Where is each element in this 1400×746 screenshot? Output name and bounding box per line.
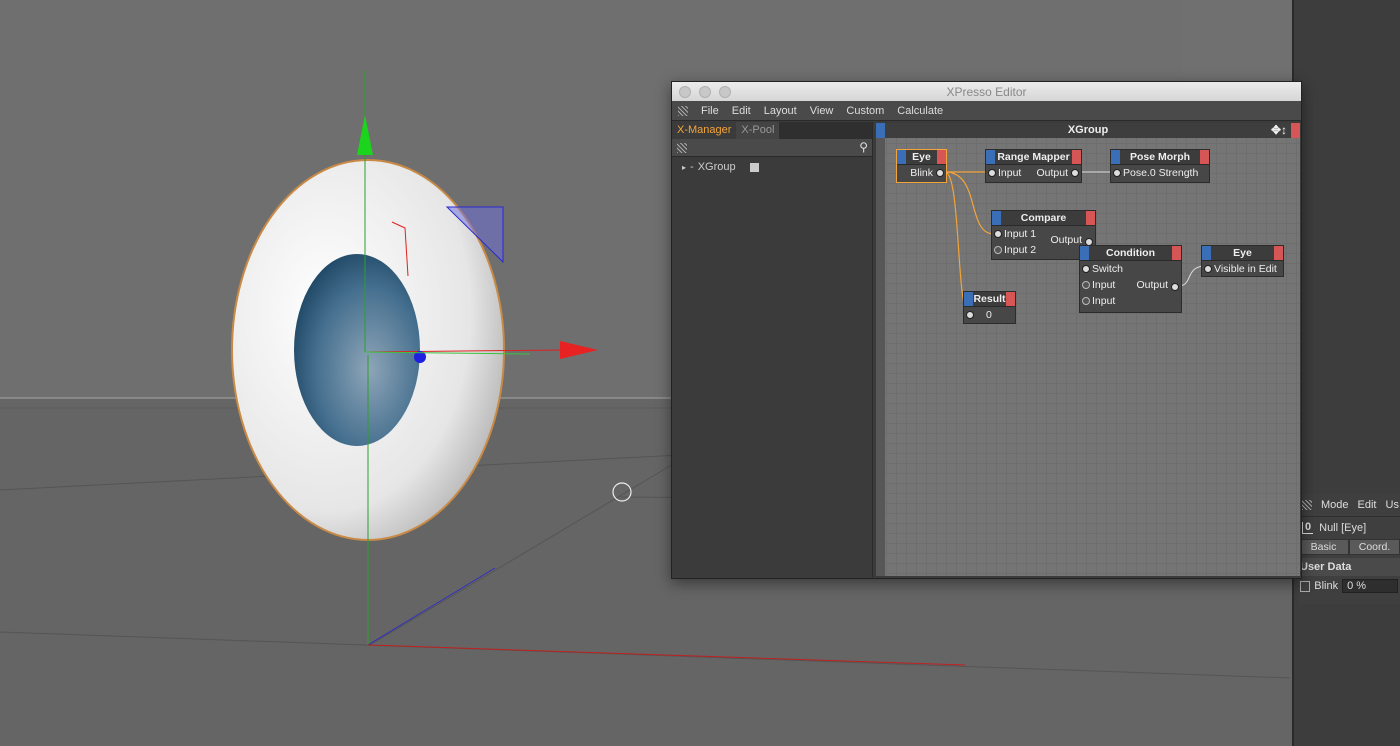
node-title: Compare xyxy=(992,211,1095,226)
node-title: Eye xyxy=(1202,246,1283,261)
node-title: Pose Morph xyxy=(1111,150,1209,165)
window-titlebar[interactable]: XPresso Editor xyxy=(672,82,1301,101)
window-title: XPresso Editor xyxy=(946,84,1027,99)
port-input-icon[interactable] xyxy=(966,311,974,319)
port-label: Output xyxy=(1036,167,1068,179)
wire-layer xyxy=(944,171,1207,314)
attr-object-title: 0 Null [Eye] xyxy=(1298,517,1400,539)
port-input-icon[interactable] xyxy=(1082,297,1090,305)
node-title: Condition xyxy=(1080,246,1181,261)
manager-tabs: X-Manager X-Pool xyxy=(672,122,872,139)
port-input-icon[interactable] xyxy=(994,230,1002,238)
xpresso-editor-window: XPresso Editor File Edit Layout View Cus… xyxy=(671,81,1302,579)
tab-x-pool[interactable]: X-Pool xyxy=(736,122,780,139)
attr-menu-mode[interactable]: Mode xyxy=(1321,499,1349,511)
grip-icon[interactable] xyxy=(1302,500,1312,510)
null-object-icon: 0 xyxy=(1302,522,1314,534)
close-window-icon[interactable] xyxy=(679,86,691,98)
menu-file[interactable]: File xyxy=(701,105,719,117)
graph-header: XGroup ✥↕ xyxy=(876,123,1300,138)
graph-output-port-icon[interactable] xyxy=(1291,123,1300,138)
port-input-icon[interactable] xyxy=(1082,281,1090,289)
port-input-icon[interactable] xyxy=(1082,265,1090,273)
port-label: Input xyxy=(998,167,1022,179)
node-title: Result xyxy=(964,292,1015,307)
node-pose-morph[interactable]: Pose Morph Pose.0 Strength xyxy=(1110,149,1210,183)
graph-title: XGroup xyxy=(1067,124,1109,136)
port-output-icon[interactable] xyxy=(1171,283,1179,291)
port-label: Input xyxy=(1092,295,1116,307)
port-label: Blink xyxy=(910,167,933,179)
port-output-icon[interactable] xyxy=(1071,169,1079,177)
node-eye-target[interactable]: Eye Visible in Edit xyxy=(1201,245,1284,277)
blink-label: Blink xyxy=(1314,580,1339,592)
port-input-icon[interactable] xyxy=(994,246,1002,254)
menu-bar: File Edit Layout View Custom Calculate xyxy=(672,101,1301,121)
port-label: Visible in Edit xyxy=(1214,263,1277,275)
attr-menu: Mode Edit Us xyxy=(1298,494,1400,517)
menu-layout[interactable]: Layout xyxy=(764,105,797,117)
tab-coord[interactable]: Coord. xyxy=(1349,539,1400,555)
xgroup-icon xyxy=(749,162,759,172)
node-result[interactable]: Result 0 xyxy=(963,291,1016,324)
menu-view[interactable]: View xyxy=(810,105,834,117)
node-title: Eye xyxy=(897,150,946,165)
result-value: 0 xyxy=(986,309,992,321)
attr-object-name: Null [Eye] xyxy=(1319,522,1367,534)
node-eye-source[interactable]: Eye Blink xyxy=(896,149,947,183)
manager-toolbar: ⚲ xyxy=(672,139,872,157)
tree-item-xgroup[interactable]: ▸ - XGroup xyxy=(672,157,872,177)
node-title: Range Mapper xyxy=(986,150,1081,165)
graph-side-bar xyxy=(876,138,885,576)
blink-field-row: Blink 0 % xyxy=(1298,576,1400,596)
port-label: Input xyxy=(1092,279,1116,291)
attribute-manager: Mode Edit Us 0 Null [Eye] Basic Coord. U… xyxy=(1298,494,1400,604)
port-input-icon[interactable] xyxy=(988,169,996,177)
object-manager-panel xyxy=(1292,0,1400,746)
port-label: Input 2 xyxy=(1004,244,1037,256)
node-graph[interactable]: XGroup ✥↕ Eye Blink Range Mapper Input O… xyxy=(876,123,1300,576)
x-manager-panel: X-Manager X-Pool ⚲ ▸ - XGroup xyxy=(672,122,873,577)
attr-menu-user[interactable]: Us xyxy=(1386,499,1399,511)
tree-item-label: XGroup xyxy=(697,161,736,173)
port-label: Pose.0 Strength xyxy=(1123,167,1199,179)
port-output-icon[interactable] xyxy=(936,169,944,177)
port-input-icon[interactable] xyxy=(1204,265,1212,273)
user-data-header[interactable]: User Data xyxy=(1298,558,1400,576)
node-range-mapper[interactable]: Range Mapper Input Output xyxy=(985,149,1082,183)
port-label: Input 1 xyxy=(1004,228,1037,240)
minimize-window-icon[interactable] xyxy=(699,86,711,98)
port-label: Switch xyxy=(1092,263,1123,275)
menu-edit[interactable]: Edit xyxy=(732,105,751,117)
menu-calculate[interactable]: Calculate xyxy=(897,105,943,117)
search-icon[interactable]: ⚲ xyxy=(859,140,868,154)
grip-icon[interactable] xyxy=(677,143,687,153)
menu-custom[interactable]: Custom xyxy=(846,105,884,117)
keyframe-icon[interactable] xyxy=(1300,580,1311,592)
attr-menu-edit[interactable]: Edit xyxy=(1358,499,1377,511)
expand-arrow-icon[interactable]: ▸ xyxy=(682,163,686,172)
zoom-window-icon[interactable] xyxy=(719,86,731,98)
node-condition[interactable]: Condition Switch Input Input Output xyxy=(1079,245,1182,313)
graph-input-port-icon[interactable] xyxy=(876,123,885,138)
move-icon[interactable]: ✥↕ xyxy=(1271,123,1287,138)
tab-x-manager[interactable]: X-Manager xyxy=(672,122,737,139)
blink-value-field[interactable]: 0 % xyxy=(1342,579,1398,593)
port-input-icon[interactable] xyxy=(1113,169,1121,177)
port-label: Output xyxy=(1136,279,1168,291)
attr-tabs: Basic Coord. xyxy=(1298,539,1400,555)
grip-icon[interactable] xyxy=(678,105,688,116)
tab-basic[interactable]: Basic xyxy=(1298,539,1349,555)
port-label: Output xyxy=(1050,234,1082,246)
